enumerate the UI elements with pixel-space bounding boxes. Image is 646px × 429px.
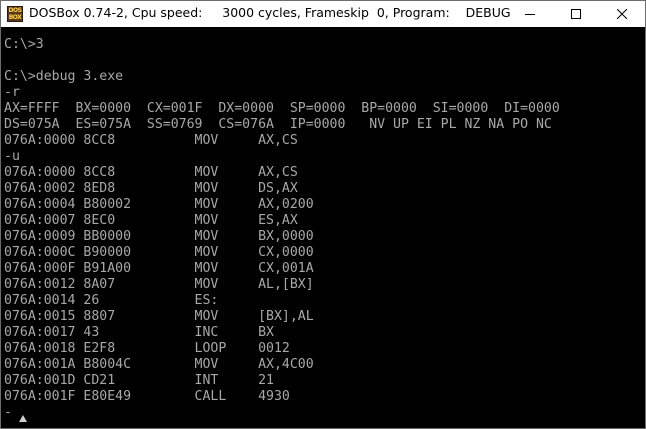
terminal-line: C:\>3 xyxy=(4,37,44,52)
maximize-icon xyxy=(571,9,581,19)
mouse-pointer-icon xyxy=(19,415,27,422)
terminal-line: 076A:0015 8807 MOV [BX],AL xyxy=(4,309,314,324)
minimize-icon xyxy=(525,14,535,15)
terminal-line: AX=FFFF BX=0000 CX=001F DX=0000 SP=0000 … xyxy=(4,101,560,116)
terminal-line: 076A:0014 26 ES: xyxy=(4,293,219,308)
terminal-line: 076A:0000 8CC8 MOV AX,CS xyxy=(4,165,298,180)
terminal-line: 076A:0004 B80002 MOV AX,0200 xyxy=(4,197,314,212)
close-button[interactable] xyxy=(599,1,645,27)
terminal-line: 076A:0018 E2F8 LOOP 0012 xyxy=(4,341,290,356)
terminal-line: 076A:0012 8A07 MOV AL,[BX] xyxy=(4,277,314,292)
title-bar[interactable]: DOS BOX DOSBox 0.74-2, Cpu speed: 3000 cy… xyxy=(1,1,645,27)
terminal-line: 076A:001F E80E49 CALL 4930 xyxy=(4,389,290,404)
close-icon xyxy=(617,9,627,19)
maximize-button[interactable] xyxy=(553,1,599,27)
terminal-line: 076A:0009 BB0000 MOV BX,0000 xyxy=(4,229,314,244)
terminal-prompt: - xyxy=(4,405,12,420)
terminal-line: DS=075A ES=075A SS=0769 CS=076A IP=0000 … xyxy=(4,117,552,132)
terminal-line: -r xyxy=(4,85,20,100)
terminal-line: 076A:001A B8004C MOV AX,4C00 xyxy=(4,357,314,372)
terminal-line: 076A:0017 43 INC BX xyxy=(4,325,274,340)
minimize-button[interactable] xyxy=(507,1,553,27)
terminal-line: 076A:000C B90000 MOV CX,0000 xyxy=(4,245,314,260)
dosbox-icon[interactable]: DOS BOX xyxy=(7,6,23,22)
terminal-line: -u xyxy=(4,149,20,164)
terminal-line: 076A:001D CD21 INT 21 xyxy=(4,373,274,388)
terminal-line: 076A:0002 8ED8 MOV DS,AX xyxy=(4,181,298,196)
window-title: DOSBox 0.74-2, Cpu speed: 3000 cycles, F… xyxy=(29,5,511,20)
dosbox-window: DOS BOX DOSBox 0.74-2, Cpu speed: 3000 cy… xyxy=(0,0,646,429)
terminal-line: 076A:0000 8CC8 MOV AX,CS xyxy=(4,133,298,148)
terminal-line: 076A:000F B91A00 MOV CX,001A xyxy=(4,261,314,276)
terminal-line: 076A:0007 8EC0 MOV ES,AX xyxy=(4,213,298,228)
dos-terminal[interactable]: C:\>3 C:\>debug 3.exe -r AX=FFFF BX=0000… xyxy=(1,27,645,428)
terminal-line: C:\>debug 3.exe xyxy=(4,69,124,84)
